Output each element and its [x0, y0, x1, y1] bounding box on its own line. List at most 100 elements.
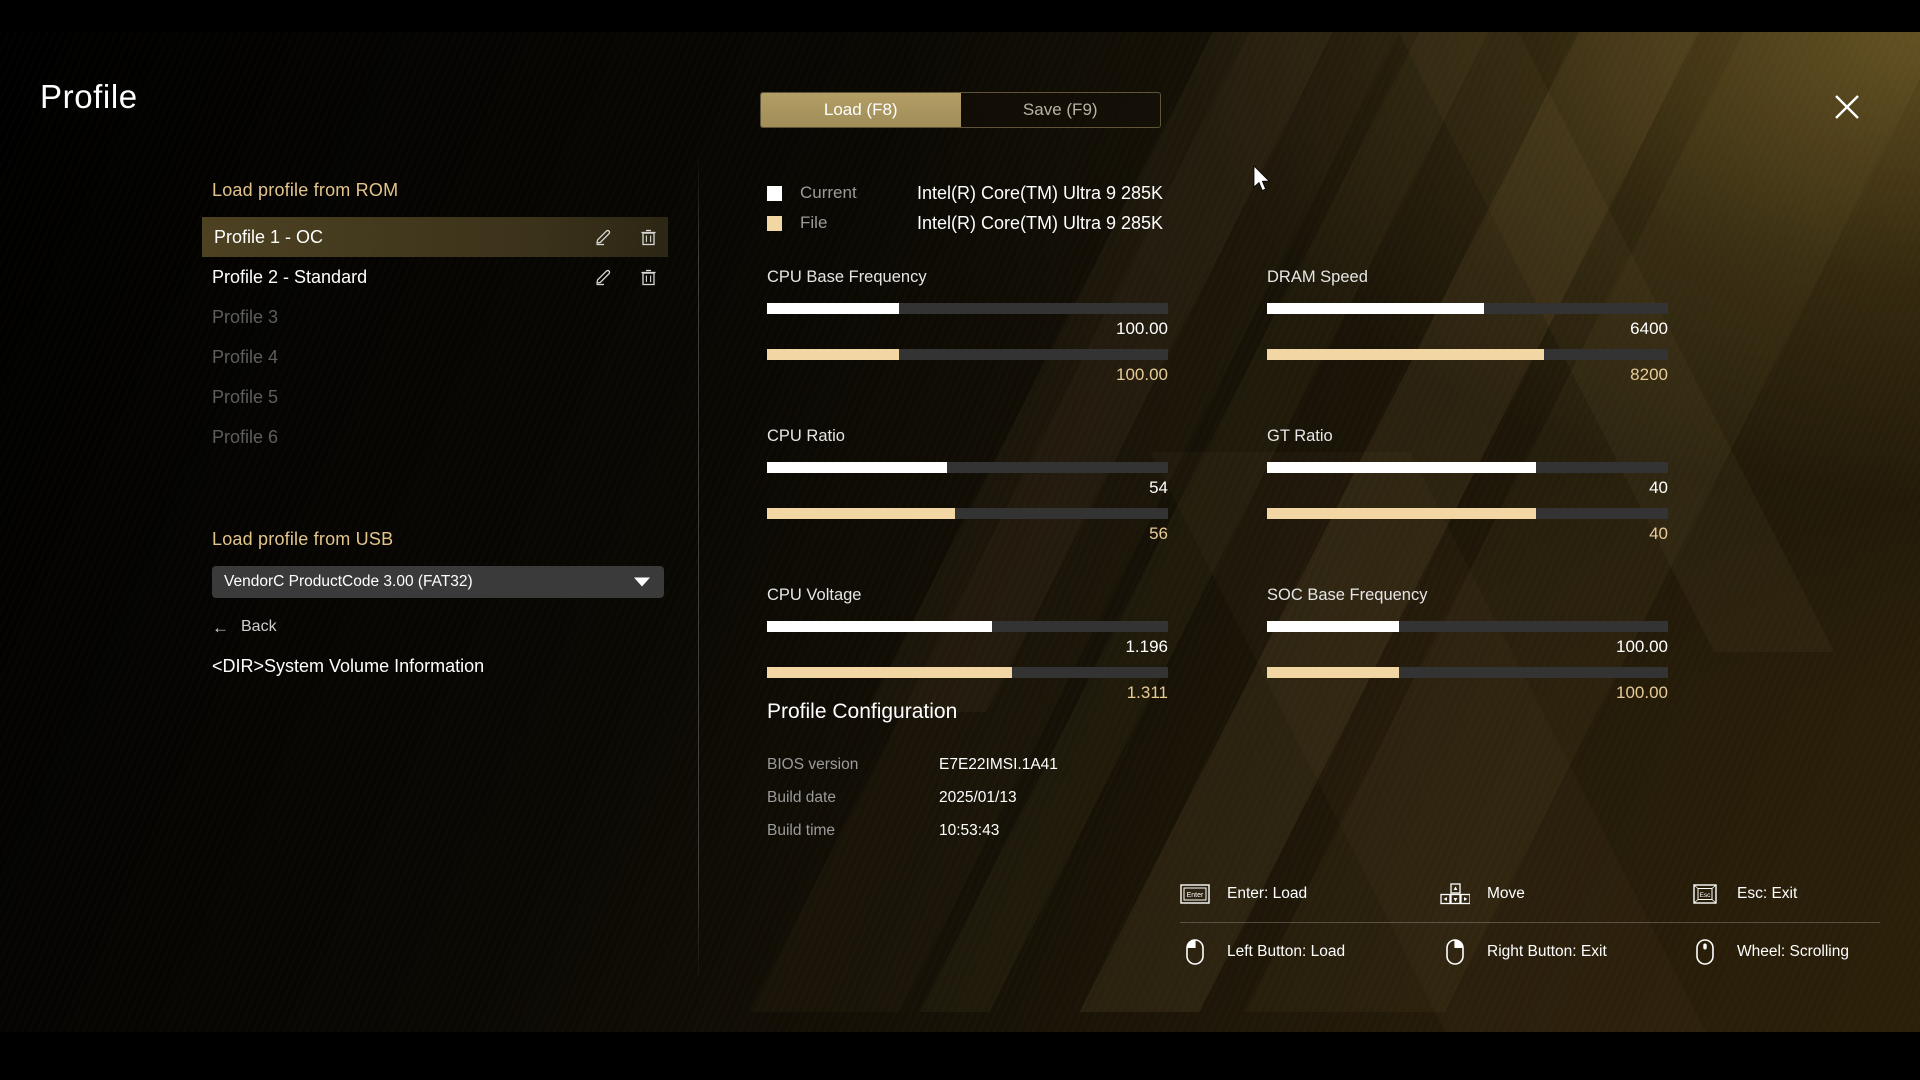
- metric-title: DRAM Speed: [1267, 268, 1668, 287]
- hint-right-button-exit: Right Button: Exit: [1440, 939, 1690, 965]
- enter-key-icon: Enter: [1180, 881, 1210, 907]
- tab-save[interactable]: Save (F9): [961, 93, 1161, 127]
- config-value: E7E22IMSI.1A41: [939, 756, 1058, 774]
- bar-track-current: [767, 303, 1168, 314]
- metric-soc-base-frequency: SOC Base Frequency 100.00 100.00: [1267, 586, 1668, 713]
- metric-cpu-base-frequency: CPU Base Frequency 100.00 100.00: [767, 268, 1168, 395]
- esc-key-icon: Esc: [1690, 881, 1720, 907]
- bar-track-file: [1267, 508, 1668, 519]
- bar-fill-current: [767, 303, 899, 314]
- close-icon[interactable]: [1830, 90, 1864, 124]
- profile-name: Profile 6: [212, 427, 278, 448]
- left-panel: Load profile from ROM Profile 1 - OC Pro…: [212, 180, 682, 677]
- mouse-pointer-icon: [1253, 166, 1273, 194]
- svg-text:Esc: Esc: [1700, 892, 1712, 899]
- file-entry-0[interactable]: <DIR>System Volume Information: [212, 656, 682, 677]
- bar-track-file: [767, 508, 1168, 519]
- config-row-build-date: Build date 2025/01/13: [767, 781, 1367, 814]
- back-label: Back: [241, 618, 277, 636]
- config-value: 2025/01/13: [939, 789, 1017, 807]
- legend-label: File: [800, 213, 917, 233]
- profile-row-actions: [594, 228, 658, 247]
- hint-row-keyboard: Enter Enter: Load: [1180, 865, 1880, 923]
- mode-tabs: Load (F8) Save (F9): [760, 92, 1161, 128]
- svg-text:Enter: Enter: [1187, 892, 1204, 899]
- hint-enter-load: Enter Enter: Load: [1180, 881, 1440, 907]
- config-row-build-time: Build time 10:53:43: [767, 814, 1367, 847]
- mouse-wheel-icon: [1690, 939, 1720, 965]
- profile-configuration-title: Profile Configuration: [767, 700, 1367, 724]
- metric-cpu-voltage: CPU Voltage 1.196 1.311: [767, 586, 1168, 713]
- chevron-down-icon[interactable]: [634, 578, 650, 587]
- profile-row-6[interactable]: Profile 6: [212, 417, 668, 457]
- hint-label: Esc: Exit: [1737, 885, 1797, 903]
- bar-fill-file: [1267, 667, 1399, 678]
- bios-profile-screen: Profile Load (F8) Save (F9) Load profile…: [0, 0, 1920, 1080]
- pencil-icon[interactable]: [594, 268, 613, 287]
- profile-row-4[interactable]: Profile 4: [212, 337, 668, 377]
- bar-fill-file: [1267, 349, 1544, 360]
- hint-label: Move: [1487, 885, 1525, 903]
- tab-load[interactable]: Load (F8): [761, 93, 961, 127]
- profile-row-5[interactable]: Profile 5: [212, 377, 668, 417]
- bar-fill-current: [767, 621, 992, 632]
- bar-track-current: [767, 621, 1168, 632]
- bar-fill-file: [1267, 508, 1536, 519]
- profile-row-2[interactable]: Profile 2 - Standard: [212, 257, 668, 297]
- bar-track-current: [1267, 621, 1668, 632]
- bar-value-file: 56: [767, 524, 1168, 544]
- metrics-grid: CPU Base Frequency 100.00 100.00 DRAM Sp…: [767, 268, 1677, 713]
- hint-esc-exit: Esc Esc: Exit: [1690, 881, 1797, 907]
- bar-track-current: [767, 462, 1168, 473]
- bar-value-current: 54: [767, 478, 1168, 498]
- profile-row-1[interactable]: Profile 1 - OC: [212, 217, 668, 257]
- profile-name: Profile 3: [212, 307, 278, 328]
- config-key: BIOS version: [767, 756, 939, 774]
- hint-label: Wheel: Scrolling: [1737, 943, 1849, 961]
- bottom-letterbox: [0, 1032, 1920, 1080]
- bar-track-file: [767, 667, 1168, 678]
- bar-value-current: 6400: [1267, 319, 1668, 339]
- bar-fill-current: [1267, 303, 1484, 314]
- config-value: 10:53:43: [939, 822, 999, 840]
- legend-row-file: File Intel(R) Core(TM) Ultra 9 285K: [767, 208, 1667, 238]
- legend-row-current: Current Intel(R) Core(TM) Ultra 9 285K: [767, 178, 1667, 208]
- metric-cpu-ratio: CPU Ratio 54 56: [767, 427, 1168, 554]
- profile-name: Profile 4: [212, 347, 278, 368]
- bar-value-file: 100.00: [767, 365, 1168, 385]
- panel-divider: [698, 158, 699, 976]
- config-row-bios-version: BIOS version E7E22IMSI.1A41: [767, 748, 1367, 781]
- bar-fill-current: [1267, 621, 1399, 632]
- hint-label: Right Button: Exit: [1487, 943, 1607, 961]
- config-key: Build time: [767, 822, 939, 840]
- bar-fill-file: [767, 349, 899, 360]
- hint-label: Enter: Load: [1227, 885, 1307, 903]
- legend-value: Intel(R) Core(TM) Ultra 9 285K: [917, 183, 1163, 204]
- hint-row-mouse: Left Button: Load Right Button: Exit: [1180, 923, 1880, 981]
- back-button[interactable]: ← Back: [212, 618, 682, 636]
- metric-title: GT Ratio: [1267, 427, 1668, 446]
- legend-value: Intel(R) Core(TM) Ultra 9 285K: [917, 213, 1163, 234]
- page-title: Profile: [40, 78, 138, 116]
- config-key: Build date: [767, 789, 939, 807]
- bar-value-current: 1.196: [767, 637, 1168, 657]
- bar-fill-file: [767, 667, 1012, 678]
- usb-device-select[interactable]: VendorC ProductCode 3.00 (FAT32): [212, 566, 664, 598]
- bar-track-current: [1267, 303, 1668, 314]
- trash-icon[interactable]: [639, 228, 658, 247]
- bar-value-current: 100.00: [1267, 637, 1668, 657]
- trash-icon[interactable]: [639, 268, 658, 287]
- bar-value-file: 8200: [1267, 365, 1668, 385]
- bar-track-current: [1267, 462, 1668, 473]
- profile-name: Profile 1 - OC: [214, 227, 323, 248]
- profile-row-3[interactable]: Profile 3: [212, 297, 668, 337]
- bar-fill-file: [767, 508, 955, 519]
- metric-title: CPU Voltage: [767, 586, 1168, 605]
- hint-left-button-load: Left Button: Load: [1180, 939, 1440, 965]
- bar-value-current: 40: [1267, 478, 1668, 498]
- pencil-icon[interactable]: [594, 228, 613, 247]
- metric-title: CPU Ratio: [767, 427, 1168, 446]
- metric-gt-ratio: GT Ratio 40 40: [1267, 427, 1668, 554]
- hint-label: Left Button: Load: [1227, 943, 1345, 961]
- legend-label: Current: [800, 183, 917, 203]
